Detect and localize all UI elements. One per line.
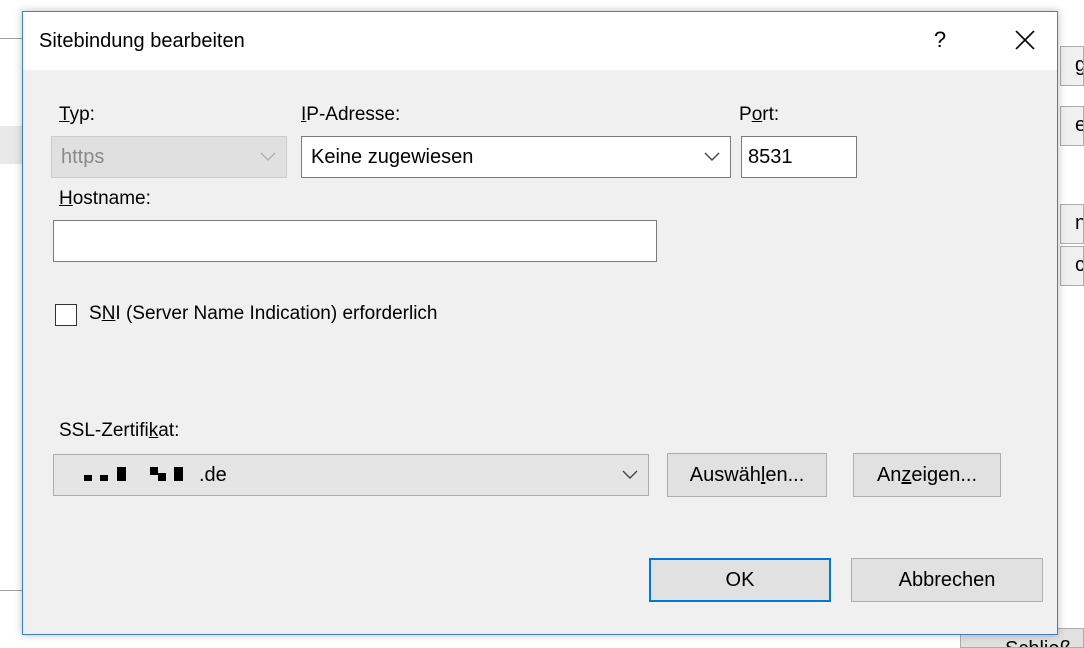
select-certificate-button[interactable]: Auswählen... <box>667 453 827 497</box>
close-button[interactable] <box>1005 20 1045 60</box>
cancel-button[interactable]: Abbrechen <box>851 558 1043 602</box>
help-button[interactable]: ? <box>923 22 957 58</box>
background-panel <box>0 126 22 164</box>
background-button-1: g <box>1060 46 1084 86</box>
help-icon: ? <box>933 27 947 52</box>
port-value: 8531 <box>748 146 793 168</box>
chevron-down-icon <box>622 470 638 479</box>
redacted-text <box>100 475 108 481</box>
ssl-certificate-select[interactable]: .de <box>53 454 649 496</box>
port-label: Port: <box>739 104 780 125</box>
background-button-3: n <box>1060 204 1084 244</box>
ip-address-select[interactable]: Keine zugewiesen <box>301 136 731 178</box>
close-icon <box>1015 30 1035 50</box>
sni-checkbox[interactable] <box>55 304 77 326</box>
ip-address-value: Keine zugewiesen <box>311 146 474 168</box>
ip-address-label: IP-Adresse: <box>301 104 401 125</box>
background-button-2: e <box>1060 106 1084 146</box>
hostname-label: Hostname: <box>59 188 151 209</box>
redacted-text <box>158 473 166 481</box>
type-select[interactable]: https <box>51 136 287 178</box>
background-line-bottom <box>0 590 22 591</box>
ssl-certificate-value: .de <box>199 464 227 486</box>
redacted-text <box>150 467 158 475</box>
type-label: Typ: <box>59 104 95 125</box>
redacted-text <box>84 475 92 481</box>
background-button-4: c <box>1060 246 1084 286</box>
background-line-top <box>0 38 22 39</box>
chevron-down-icon <box>704 152 720 161</box>
redacted-text <box>174 467 183 481</box>
edit-site-binding-dialog: Sitebindung bearbeiten ? Typ: https IP-A… <box>22 11 1058 635</box>
ok-button[interactable]: OK <box>649 558 831 602</box>
view-certificate-button[interactable]: Anzeigen... <box>853 453 1001 497</box>
ssl-certificate-label: SSL-Zertifikat: <box>59 420 180 441</box>
title-bar: Sitebindung bearbeiten ? <box>23 12 1057 70</box>
type-value: https <box>61 146 105 168</box>
chevron-down-icon <box>260 152 276 161</box>
sni-label[interactable]: SNI (Server Name Indication) erforderlic… <box>89 303 438 325</box>
port-field[interactable]: 8531 <box>741 136 857 178</box>
hostname-field[interactable] <box>53 220 657 262</box>
redacted-text <box>117 467 126 481</box>
dialog-title: Sitebindung bearbeiten <box>39 30 245 52</box>
